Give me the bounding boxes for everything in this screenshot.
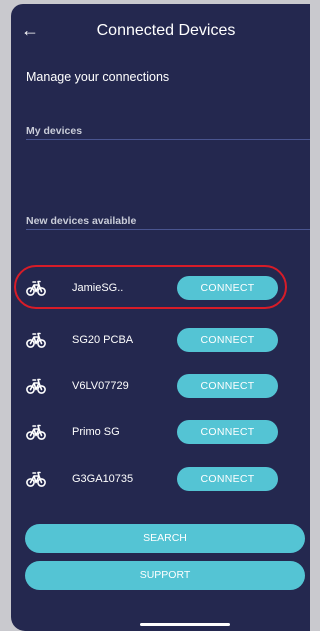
device-name: SG20 PCBA [72, 334, 134, 346]
support-button[interactable]: SUPPORT [25, 561, 305, 590]
bike-icon [26, 378, 46, 394]
home-indicator[interactable] [140, 623, 230, 626]
bike-icon [26, 471, 46, 487]
device-row: V6LV07729 CONNECT [11, 372, 310, 402]
device-name: V6LV07729 [72, 380, 129, 392]
device-row: G3GA10735 CONNECT [11, 465, 310, 495]
device-row: Primo SG CONNECT [11, 418, 310, 448]
bike-icon [26, 280, 46, 296]
back-arrow-icon[interactable]: ← [21, 21, 39, 39]
bike-icon [26, 332, 46, 348]
device-row: SG20 PCBA CONNECT [11, 326, 310, 356]
page-subtitle: Manage your connections [26, 70, 170, 84]
new-devices-label: New devices available [26, 215, 137, 227]
device-name: JamieSG.. [72, 282, 124, 294]
device-name: Primo SG [72, 426, 120, 438]
search-button[interactable]: SEARCH [25, 524, 305, 553]
app-screen: ← Connected Devices Manage your connecti… [11, 4, 310, 631]
connect-button[interactable]: CONNECT [177, 374, 278, 398]
connect-button[interactable]: CONNECT [177, 467, 278, 491]
bike-icon [26, 424, 46, 440]
my-devices-label: My devices [26, 125, 83, 137]
header: ← Connected Devices [11, 4, 310, 56]
connect-button[interactable]: CONNECT [177, 328, 278, 352]
connect-button[interactable]: CONNECT [177, 420, 278, 444]
page-title: Connected Devices [96, 22, 236, 39]
new-devices-divider [26, 229, 310, 230]
device-row: JamieSG.. CONNECT [11, 274, 310, 304]
my-devices-divider [26, 139, 310, 140]
device-name: G3GA10735 [72, 473, 134, 485]
connect-button[interactable]: CONNECT [177, 276, 278, 300]
